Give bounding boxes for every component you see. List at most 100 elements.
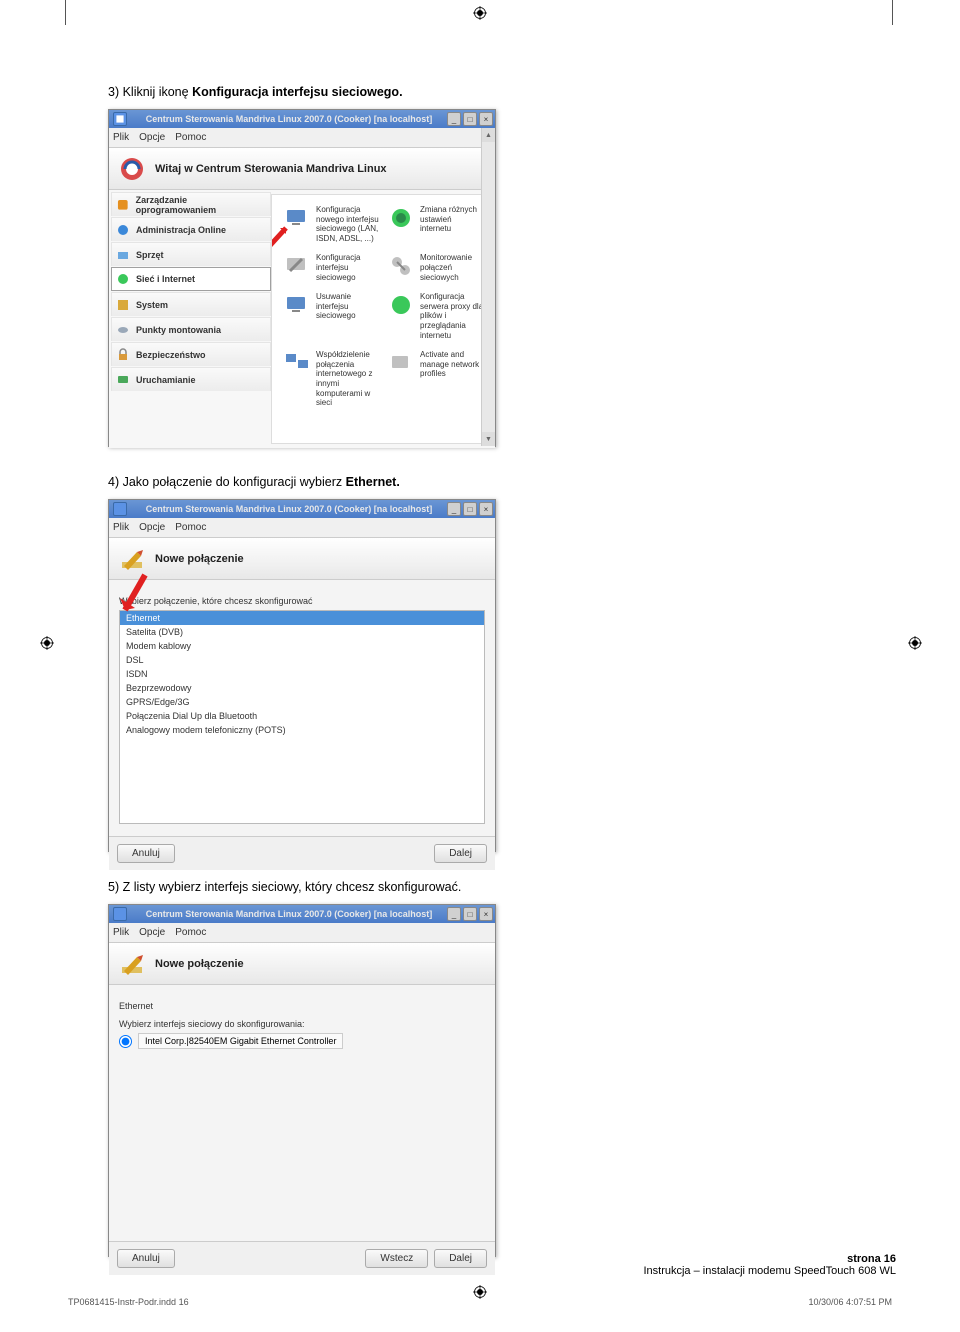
menu-help[interactable]: Pomoc [175,132,206,143]
maximize-button[interactable]: □ [463,112,477,126]
crop-mark [40,636,54,650]
sidebar-item-system[interactable]: System [111,292,271,316]
menu-options[interactable]: Opcje [139,927,165,938]
proxy-icon [388,292,414,318]
crop-mark [473,6,487,20]
list-item-isdn[interactable]: ISDN [120,667,484,681]
header-title: Witaj w Centrum Sterowania Mandriva Linu… [155,163,387,175]
sidebar-label: Administracja Online [136,225,226,235]
list-item-gprs[interactable]: GPRS/Edge/3G [120,695,484,709]
step4-bold: Ethernet. [346,475,400,489]
sidebar-item-online-admin[interactable]: Administracja Online [111,217,271,241]
menu-help[interactable]: Pomoc [175,927,206,938]
title-bar-app-icon [113,502,127,516]
sidebar-item-hardware[interactable]: Sprzęt [111,242,271,266]
list-item-wireless[interactable]: Bezprzewodowy [120,681,484,695]
next-button[interactable]: Dalej [434,844,487,863]
menu-file[interactable]: Plik [113,927,129,938]
grid-item-internet-settings[interactable]: Zmiana różnych ustawień internetu [386,203,486,245]
close-button[interactable]: × [479,907,493,921]
step3-bold: Konfiguracja interfejsu sieciowego. [192,85,402,99]
grid-item-new-interface[interactable]: Konfiguracja nowego interfejsu siecioweg… [282,203,382,245]
wizard-pencil-icon [119,951,145,977]
header-title: Nowe połączenie [155,958,244,970]
title-bar-app-icon [113,112,127,126]
lock-icon [116,348,130,362]
list-item-dsl[interactable]: DSL [120,653,484,667]
grid-item-monitor-connections[interactable]: Monitorowanie połączeń sieciowych [386,251,486,284]
cancel-button[interactable]: Anuluj [117,1249,175,1268]
menu-bar: Plik Opcje Pomoc [109,518,495,538]
cancel-button[interactable]: Anuluj [117,844,175,863]
monitor-graph-icon [388,253,414,279]
system-icon [116,298,130,312]
sidebar-label: Sprzęt [136,250,164,260]
menu-help[interactable]: Pomoc [175,522,206,533]
software-icon [116,198,130,212]
list-item-cable[interactable]: Modem kablowy [120,639,484,653]
list-item-bluetooth[interactable]: Połączenia Dial Up dla Bluetooth [120,709,484,723]
sidebar-item-boot[interactable]: Uruchamianie [111,367,271,391]
grid-label: Monitorowanie połączeń sieciowych [420,253,484,282]
scroll-up-icon[interactable]: ▲ [482,128,495,142]
list-item-pots[interactable]: Analogowy modem telefoniczny (POTS) [120,723,484,737]
grid-label: Activate and manage network profiles [420,350,484,379]
indd-datetime: 10/30/06 4:07:51 PM [808,1297,892,1307]
minimize-button[interactable]: _ [447,907,461,921]
next-button[interactable]: Dalej [434,1249,487,1268]
close-button[interactable]: × [479,502,493,516]
instruction-step4: 4) Jako połączenie do konfiguracji wybie… [108,475,848,489]
menu-options[interactable]: Opcje [139,522,165,533]
grid-item-proxy[interactable]: Konfiguracja serwera proxy dla plików i … [386,290,486,342]
title-bar: Centrum Sterowania Mandriva Linux 2007.0… [109,500,495,518]
interface-radio[interactable] [119,1035,132,1048]
globe-icon [116,223,130,237]
scroll-down-icon[interactable]: ▼ [482,432,495,446]
wizard-footer: Anuluj Dalej [109,836,495,870]
title-text: Centrum Sterowania Mandriva Linux 2007.0… [131,504,447,514]
back-button[interactable]: Wstecz [365,1249,428,1268]
grid-label: Usuwanie interfejsu sieciowego [316,292,380,321]
crop-line [65,0,66,25]
scrollbar[interactable]: ▲ ▼ [481,128,495,446]
title-bar: Centrum Sterowania Mandriva Linux 2007.0… [109,905,495,923]
computers-icon [284,350,310,376]
maximize-button[interactable]: □ [463,907,477,921]
network-globe-icon [116,272,130,286]
sidebar-item-mount[interactable]: Punkty montowania [111,317,271,341]
grid-item-profiles[interactable]: Activate and manage network profiles [386,348,486,410]
menu-file[interactable]: Plik [113,522,129,533]
page-footer-right: strona 16 Instrukcja – instalacji modemu… [643,1253,896,1277]
grid-item-remove-interface[interactable]: Usuwanie interfejsu sieciowego [282,290,382,342]
sidebar-label: Sieć i Internet [136,274,195,284]
title-text: Centrum Sterowania Mandriva Linux 2007.0… [131,114,447,124]
sidebar-item-network[interactable]: Sieć i Internet [111,267,271,291]
crop-mark [908,636,922,650]
menu-file[interactable]: Plik [113,132,129,143]
sidebar-item-software[interactable]: Zarządzanie oprogramowaniem [111,192,271,216]
connection-type-list[interactable]: Ethernet Satelita (DVB) Modem kablowy DS… [119,610,485,824]
globe-settings-icon [388,205,414,231]
list-item-dvb[interactable]: Satelita (DVB) [120,625,484,639]
title-bar-app-icon [113,907,127,921]
grid-label: Konfiguracja nowego interfejsu siecioweg… [316,205,380,243]
maximize-button[interactable]: □ [463,502,477,516]
menu-bar: Plik Opcje Pomoc [109,128,495,148]
wizard-footer: Anuluj Wstecz Dalej [109,1241,495,1275]
grid-item-share-connection[interactable]: Współdzielenie połączenia internetowego … [282,348,382,410]
interface-option[interactable]: Intel Corp.|82540EM Gigabit Ethernet Con… [119,1033,485,1049]
sidebar-item-security[interactable]: Bezpieczeństwo [111,342,271,366]
screenshot-select-interface: Centrum Sterowania Mandriva Linux 2007.0… [108,904,496,1257]
list-item-ethernet[interactable]: Ethernet [120,611,484,625]
minimize-button[interactable]: _ [447,502,461,516]
grid-item-configure-interface[interactable]: Konfiguracja interfejsu sieciowego [282,251,382,284]
sidebar-label: Punkty montowania [136,325,221,335]
header-panel: Nowe połączenie [109,943,495,985]
close-button[interactable]: × [479,112,493,126]
minimize-button[interactable]: _ [447,112,461,126]
menu-options[interactable]: Opcje [139,132,165,143]
grid-label: Zmiana różnych ustawień internetu [420,205,484,234]
grid-label: Współdzielenie połączenia internetowego … [316,350,380,408]
mandriva-icon [119,156,145,182]
page-footer-bottom: TP0681415-Instr-Podr.indd 16 10/30/06 4:… [68,1297,892,1307]
